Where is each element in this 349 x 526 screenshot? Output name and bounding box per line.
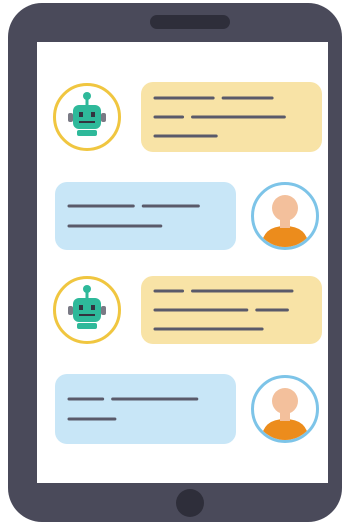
person-shirt [261, 226, 309, 247]
robot-eye-left [79, 112, 83, 117]
bot-message-bubble [141, 276, 322, 344]
robot-neck [77, 130, 97, 136]
robot-head [73, 105, 101, 129]
robot-eye-left [79, 305, 83, 310]
person-icon [261, 388, 309, 440]
screen [37, 42, 328, 483]
robot-eye-right [91, 305, 95, 310]
person-icon-svg [261, 388, 309, 440]
person-icon [261, 195, 309, 247]
robot-icon-svg [68, 92, 106, 136]
bot-message-bubble [141, 82, 322, 152]
person-icon-svg [261, 195, 309, 247]
tablet-frame [8, 3, 342, 522]
person-head [272, 388, 298, 414]
bot-avatar [53, 276, 121, 344]
antenna-tip [83, 92, 91, 100]
robot-icon [68, 285, 106, 329]
robot-ear-right [101, 306, 106, 315]
antenna-tip [83, 285, 91, 293]
user-message-bubble [55, 182, 236, 250]
person-head [272, 195, 298, 221]
robot-ear-right [101, 113, 106, 122]
robot-mouth [79, 314, 95, 316]
robot-eye-right [91, 112, 95, 117]
user-message-bubble [55, 374, 236, 444]
robot-icon-svg [68, 285, 106, 329]
user-avatar [251, 375, 319, 443]
robot-ear-left [68, 113, 73, 122]
robot-mouth [79, 121, 95, 123]
robot-neck [77, 323, 97, 329]
person-shirt [261, 419, 309, 440]
bubble-lines [67, 204, 200, 228]
robot-head [73, 298, 101, 322]
robot-icon [68, 92, 106, 136]
bot-avatar [53, 83, 121, 151]
home-button[interactable] [176, 489, 204, 517]
bubble-lines [153, 96, 286, 138]
user-avatar [251, 182, 319, 250]
bubble-lines [153, 289, 294, 331]
robot-ear-left [68, 306, 73, 315]
bubble-lines [67, 397, 199, 421]
speaker-slot [150, 15, 230, 29]
